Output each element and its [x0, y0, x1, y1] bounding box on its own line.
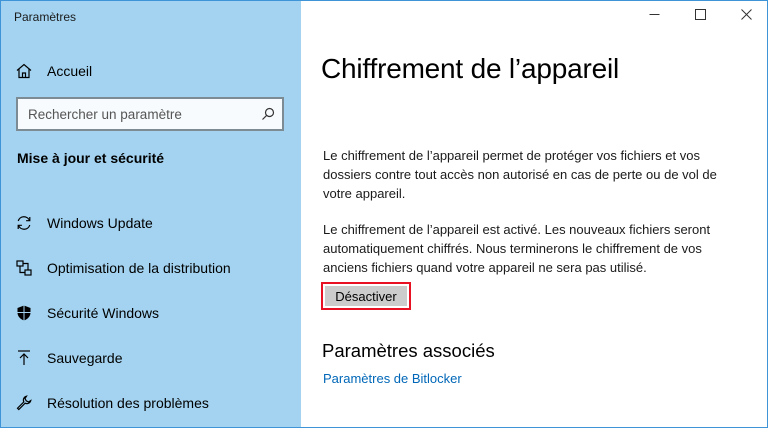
close-button[interactable] — [723, 1, 767, 31]
description-paragraph: Le chiffrement de l’appareil permet de p… — [323, 148, 717, 201]
sidebar: Paramètres Accueil Mise à jour et sécuri… — [1, 1, 301, 427]
bitlocker-settings-link[interactable]: Paramètres de Bitlocker — [323, 371, 462, 386]
sidebar-item-security[interactable]: Sécurité Windows — [15, 290, 295, 335]
minimize-button[interactable] — [631, 1, 677, 31]
sidebar-item-backup[interactable]: Sauvegarde — [15, 335, 295, 380]
sidebar-item-label: Sécurité Windows — [47, 304, 160, 321]
disable-button[interactable]: Désactiver — [325, 286, 407, 306]
sync-icon — [15, 214, 33, 232]
related-settings-title: Paramètres associés — [322, 340, 495, 361]
sidebar-item-windows-update[interactable]: Windows Update — [15, 200, 295, 245]
sidebar-item-label: Résolution des problèmes — [47, 394, 209, 411]
content-pane: Chiffrement de l’appareil Le chiffrement… — [301, 1, 767, 427]
home-label: Accueil — [47, 63, 93, 79]
window-controls — [631, 1, 767, 31]
minimize-icon — [649, 7, 660, 25]
sidebar-item-distribution[interactable]: Optimisation de la distribution — [15, 245, 295, 290]
sidebar-item-label: Optimisation de la distribution — [47, 259, 231, 276]
backup-icon — [15, 349, 33, 367]
app-title: Paramètres — [14, 10, 77, 24]
shield-icon — [15, 304, 33, 322]
maximize-button[interactable] — [677, 1, 723, 31]
settings-window: Paramètres Accueil Mise à jour et sécuri… — [0, 0, 768, 428]
sidebar-item-label: Windows Update — [47, 214, 153, 231]
distribution-icon — [15, 259, 33, 277]
search-icon[interactable] — [260, 106, 276, 122]
page-title: Chiffrement de l’appareil — [321, 53, 619, 84]
status-paragraph: Le chiffrement de l’appareil est activé.… — [323, 222, 711, 275]
maximize-icon — [694, 7, 706, 25]
wrench-icon — [15, 394, 33, 412]
sidebar-item-label: Sauvegarde — [47, 349, 123, 366]
search-input[interactable] — [28, 106, 260, 122]
sidebar-nav: Windows Update Optimisation de la distri… — [15, 200, 295, 425]
section-title: Mise à jour et sécurité — [17, 150, 165, 166]
home-icon — [15, 62, 33, 80]
highlight-box: Désactiver — [321, 282, 411, 310]
search-box[interactable] — [16, 97, 284, 131]
home-nav-item[interactable]: Accueil — [15, 59, 92, 83]
close-icon — [740, 7, 752, 25]
sidebar-item-troubleshoot[interactable]: Résolution des problèmes — [15, 380, 295, 425]
